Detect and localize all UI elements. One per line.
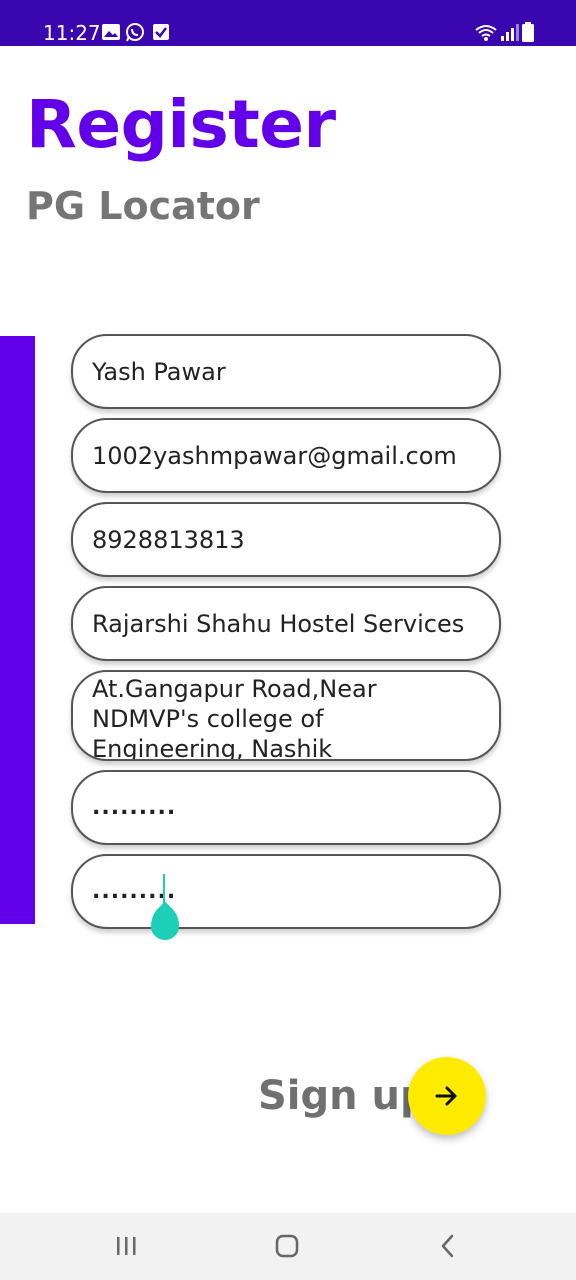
recent-apps-button[interactable] xyxy=(101,1229,151,1263)
signup-label: Sign up xyxy=(258,1073,429,1119)
arrow-right-icon xyxy=(435,1086,457,1106)
accent-bar xyxy=(0,336,35,924)
recent-apps-icon xyxy=(117,1237,136,1255)
image-icon xyxy=(102,24,120,40)
phone-field[interactable]: 8928813813 xyxy=(71,502,501,577)
phone-value: 8928813813 xyxy=(92,525,245,554)
address-value: At.Gangapur Road,Near NDMVP's college of… xyxy=(92,675,377,761)
password-field[interactable]: ......... xyxy=(71,770,501,845)
cursor-handle[interactable] xyxy=(151,906,179,940)
whatsapp-icon xyxy=(126,23,144,42)
page-title: Register xyxy=(26,86,336,163)
home-button[interactable] xyxy=(262,1229,312,1263)
page-subtitle: PG Locator xyxy=(26,184,260,228)
hostel-name-value: Rajarshi Shahu Hostel Services xyxy=(92,609,465,638)
home-icon xyxy=(275,1234,299,1258)
hostel-name-field[interactable]: Rajarshi Shahu Hostel Services xyxy=(71,586,501,661)
signup-button[interactable] xyxy=(408,1057,486,1135)
checkbox-icon xyxy=(153,24,169,40)
back-icon xyxy=(441,1234,454,1258)
status-bar: 11:27 xyxy=(0,0,576,46)
signal-icon xyxy=(501,24,519,41)
status-time: 11:27 xyxy=(43,21,101,45)
email-value: 1002yashmpawar@gmail.com xyxy=(92,441,457,470)
password-value: ......... xyxy=(92,795,177,820)
name-value: Yash Pawar xyxy=(92,357,226,386)
address-field[interactable]: At.Gangapur Road,Near NDMVP's college of… xyxy=(71,670,501,761)
battery-icon xyxy=(522,22,534,42)
email-field[interactable]: 1002yashmpawar@gmail.com xyxy=(71,418,501,493)
name-field[interactable]: Yash Pawar xyxy=(71,334,501,409)
confirm-password-field[interactable]: ......... xyxy=(71,854,501,929)
back-button[interactable] xyxy=(423,1229,473,1263)
wifi-icon xyxy=(475,25,497,41)
system-nav-bar xyxy=(0,1213,576,1280)
